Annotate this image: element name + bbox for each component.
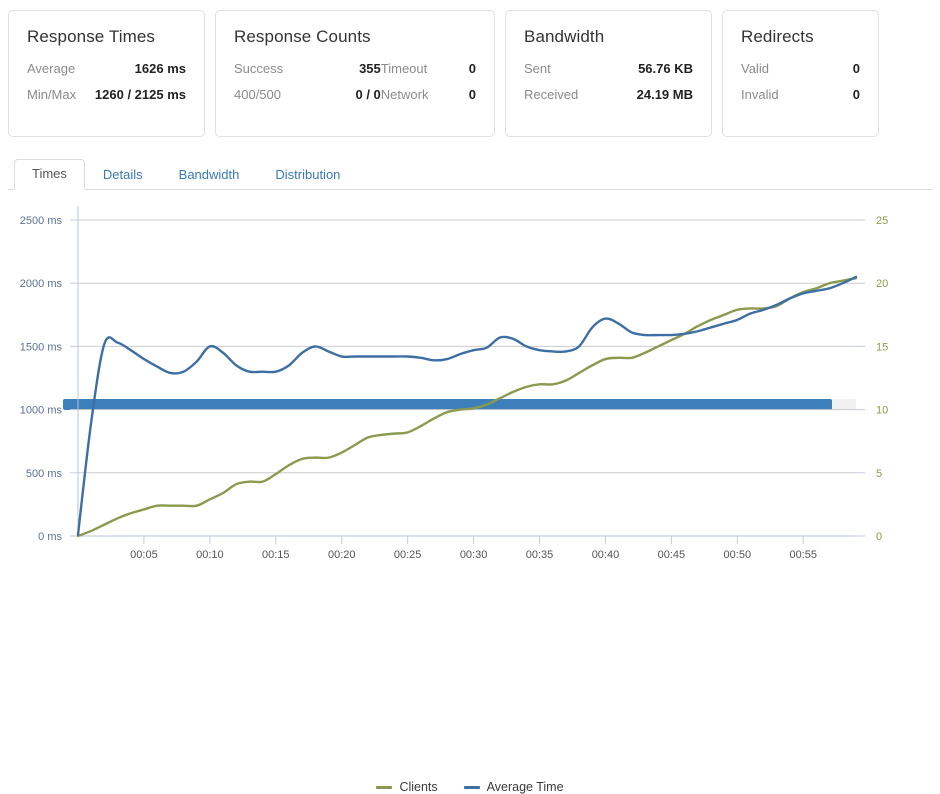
svg-text:2000 ms: 2000 ms: [20, 278, 63, 290]
svg-text:00:40: 00:40: [592, 549, 620, 561]
stat-pair-400500: 400/500 0 / 0: [234, 87, 381, 102]
stat-value-success: 355: [359, 61, 381, 76]
svg-text:00:30: 00:30: [460, 549, 488, 561]
stat-label-average: Average: [27, 61, 76, 76]
stat-row-400500-network: 400/500 0 / 0 Network 0: [234, 87, 476, 102]
legend-item-clients[interactable]: Clients: [376, 780, 438, 794]
card-bandwidth: Bandwidth Sent 56.76 KB Received 24.19 M…: [505, 10, 712, 137]
stat-row-invalid: Invalid 0: [741, 87, 860, 102]
card-response-times: Response Times Average 1626 ms Min/Max 1…: [8, 10, 205, 137]
stat-label-minmax: Min/Max: [27, 87, 77, 102]
stat-label-400500: 400/500: [234, 87, 281, 102]
stat-value-sent: 56.76 KB: [638, 61, 693, 76]
svg-text:00:45: 00:45: [658, 549, 686, 561]
chart-gridlines: [78, 219, 856, 474]
svg-text:0: 0: [876, 531, 882, 543]
card-title-redirects: Redirects: [741, 27, 814, 46]
svg-text:00:25: 00:25: [394, 549, 422, 561]
svg-text:25: 25: [876, 215, 888, 227]
svg-text:2500 ms: 2500 ms: [20, 215, 63, 227]
tab-bandwidth-label: Bandwidth: [178, 166, 240, 182]
stat-row-received: Received 24.19 MB: [524, 87, 693, 102]
svg-text:00:20: 00:20: [328, 549, 356, 561]
left-axis-tick-marks: [70, 219, 78, 537]
svg-text:1000 ms: 1000 ms: [20, 405, 63, 417]
svg-text:5: 5: [876, 468, 882, 480]
stat-label-valid: Valid: [741, 61, 769, 76]
svg-text:00:35: 00:35: [526, 549, 554, 561]
right-axis-tick-marks: [856, 219, 865, 537]
tab-times-label: Times: [32, 165, 67, 181]
stat-value-timeout: 0: [468, 61, 476, 76]
card-title-response-times: Response Times: [27, 27, 156, 46]
times-line-chart: 0 ms 500 ms 1000 ms 1500 ms 2000 ms 2500 ms 0…: [20, 206, 888, 561]
svg-text:00:55: 00:55: [789, 549, 817, 561]
stat-row-sent: Sent 56.76 KB: [524, 61, 693, 76]
legend-label-average-time: Average Time: [486, 780, 564, 794]
tab-bandwidth[interactable]: Bandwidth: [161, 160, 258, 190]
stat-row-valid: Valid 0: [741, 61, 860, 76]
stat-row-average: Average 1626 ms: [27, 61, 186, 76]
stat-value-average: 1626 ms: [134, 61, 186, 76]
svg-text:500 ms: 500 ms: [26, 468, 63, 480]
x-axis-tick-marks: [143, 536, 804, 544]
tab-distribution-label: Distribution: [275, 166, 341, 182]
card-redirects: Redirects Valid 0 Invalid 0: [722, 10, 879, 137]
legend-swatch-clients-icon: [376, 785, 393, 789]
stat-row-success-timeout: Success 355 Timeout 0: [234, 61, 476, 76]
times-chart-panel: 0 ms 500 ms 1000 ms 1500 ms 2000 ms 2500 ms 0…: [0, 190, 940, 794]
stat-pair-network: Network 0: [381, 87, 476, 102]
legend-swatch-average-time-icon: [463, 785, 480, 789]
svg-text:00:05: 00:05: [130, 549, 158, 561]
tab-times[interactable]: Times: [14, 158, 85, 190]
card-title-bandwidth: Bandwidth: [524, 27, 605, 46]
stat-label-timeout: Timeout: [380, 61, 428, 76]
chart-legend: Clients Average Time: [0, 780, 940, 794]
tab-distribution[interactable]: Distribution: [257, 160, 358, 190]
card-title-response-counts: Response Counts: [234, 27, 371, 46]
tab-details-label: Details: [102, 166, 143, 182]
series-line-average-time: [76, 275, 858, 536]
stat-label-invalid: Invalid: [741, 87, 779, 102]
stat-value-valid: 0: [852, 61, 860, 76]
svg-text:00:10: 00:10: [196, 549, 224, 561]
stat-value-400500: 0 / 0: [355, 87, 381, 102]
tab-list: Times Details Bandwidth Distribution: [8, 155, 932, 190]
left-axis-labels: 0 ms 500 ms 1000 ms 1500 ms 2000 ms 2500 ms: [20, 215, 63, 543]
legend-label-clients: Clients: [399, 780, 438, 794]
stat-label-received: Received: [524, 87, 579, 102]
series-line-clients: [76, 276, 858, 538]
svg-text:10: 10: [876, 405, 888, 417]
right-axis-labels: 0 5 10 15 20 25: [876, 215, 888, 543]
stat-value-received: 24.19 MB: [636, 87, 693, 102]
stat-label-success: Success: [234, 61, 284, 76]
x-axis-labels: 00:05 00:10 00:15 00:20 00:25 00:30 00:35 00:40…: [130, 549, 817, 561]
svg-text:1500 ms: 1500 ms: [20, 341, 63, 353]
summary-cards-row: Response Times Average 1626 ms Min/Max 1…: [0, 0, 940, 147]
stat-value-network: 0: [468, 87, 476, 102]
stat-value-invalid: 0: [852, 87, 860, 102]
svg-text:00:15: 00:15: [262, 549, 290, 561]
stat-value-minmax: 1260 / 2125 ms: [94, 87, 186, 102]
svg-text:00:50: 00:50: [724, 549, 752, 561]
svg-text:20: 20: [876, 278, 888, 290]
card-response-counts: Response Counts Success 355 Timeout 0 40…: [215, 10, 495, 137]
svg-text:15: 15: [876, 341, 888, 353]
tab-details[interactable]: Details: [85, 160, 161, 190]
tab-bar: Times Details Bandwidth Distribution: [8, 155, 932, 190]
svg-text:0 ms: 0 ms: [38, 531, 62, 543]
stat-pair-timeout: Timeout 0: [381, 61, 476, 76]
stat-label-network: Network: [380, 87, 429, 102]
legend-item-average-time[interactable]: Average Time: [463, 780, 564, 794]
stat-label-sent: Sent: [524, 61, 551, 76]
stat-row-minmax: Min/Max 1260 / 2125 ms: [27, 87, 186, 102]
stat-pair-success: Success 355: [234, 61, 381, 76]
